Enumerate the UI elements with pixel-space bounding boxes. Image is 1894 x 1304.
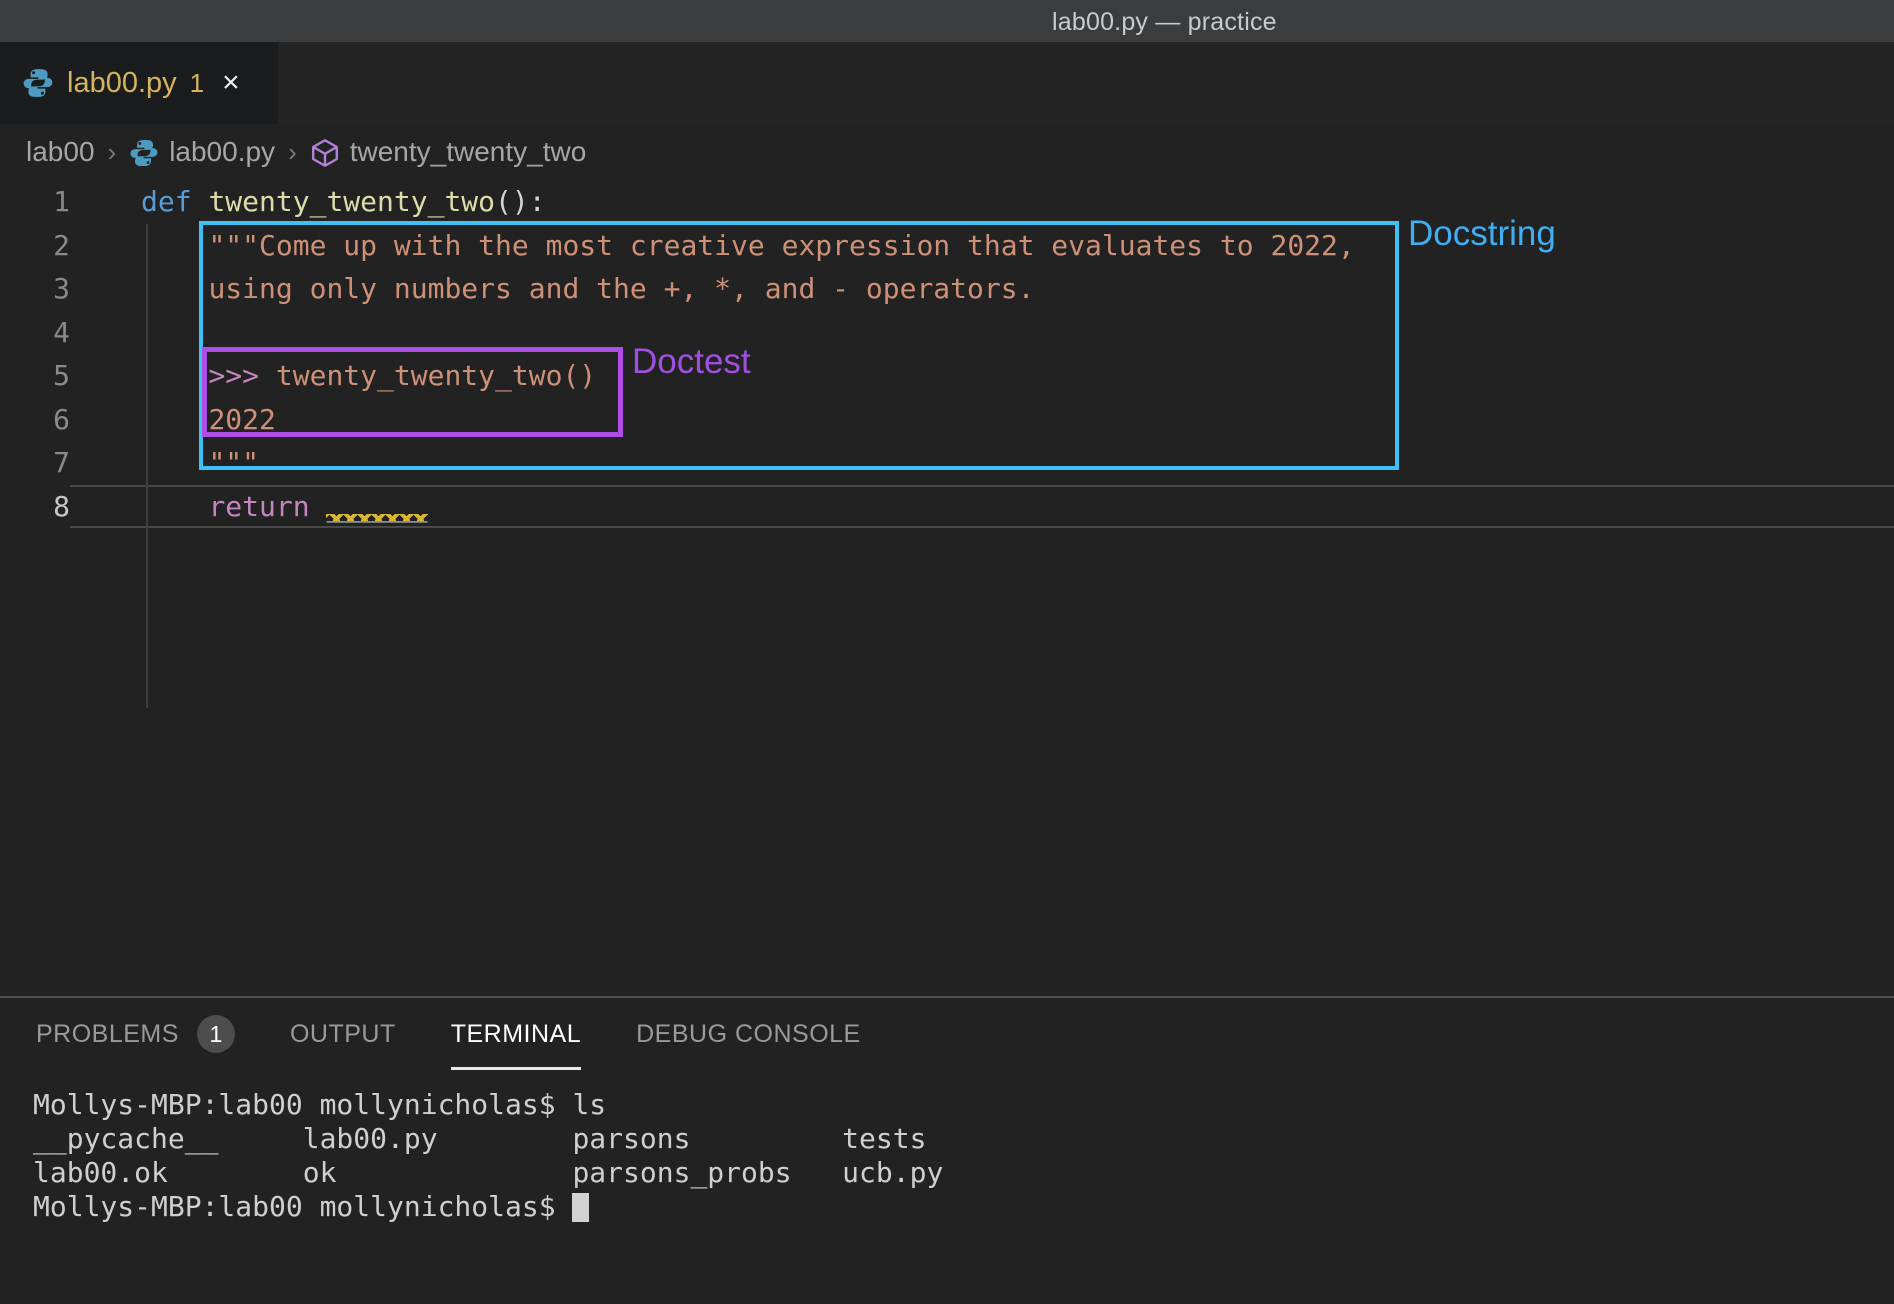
window-titlebar: lab00.py — practice [0,0,1894,42]
panel-tab-output[interactable]: OUTPUT [290,998,396,1070]
panel-tab-label: PROBLEMS [36,1020,179,1049]
problems-count-badge: 1 [197,1015,235,1053]
breadcrumb-file[interactable]: lab00.py [169,136,275,168]
tab-close-icon[interactable]: × [222,68,240,98]
breadcrumb: lab00 › lab00.py › twenty_twenty_two [0,124,1894,180]
panel-tab-label: TERMINAL [451,1020,581,1049]
code-editor[interactable]: 1def twenty_twenty_two():2 """Come up wi… [0,180,1894,997]
line-number: 2 [0,224,70,268]
line-number: 6 [0,398,70,442]
line-number: 1 [0,180,70,224]
doctest-annotation-box [202,347,623,437]
bottom-panel: PROBLEMS 1 OUTPUT TERMINAL DEBUG CONSOLE Mol… [0,998,1894,1304]
terminal-line: __pycache__ lab00.py parsons tests [33,1122,1894,1156]
indent-guide [146,224,148,708]
tab-lab00-py[interactable]: lab00.py 1 × [0,42,278,124]
editor-tab-strip: lab00.py 1 × [0,42,1894,124]
panel-tab-debug-console[interactable]: DEBUG CONSOLE [636,998,861,1070]
panel-tab-label: OUTPUT [290,1020,396,1049]
breadcrumb-folder[interactable]: lab00 [26,136,95,168]
python-icon [22,67,54,99]
panel-tab-terminal[interactable]: TERMINAL [451,998,581,1070]
panel-tab-label: DEBUG CONSOLE [636,1020,861,1049]
line-number: 7 [0,441,70,485]
line-number: 4 [0,311,70,355]
terminal-line: Mollys-MBP:lab00 mollynicholas$ ls [33,1088,1894,1122]
line-number: 5 [0,354,70,398]
chevron-right-icon: › [108,137,117,168]
chevron-right-icon: › [288,137,297,168]
panel-tab-problems[interactable]: PROBLEMS 1 [36,998,235,1070]
window-title: lab00.py — practice [1052,8,1277,37]
line-number: 3 [0,267,70,311]
terminal-cursor [572,1193,589,1222]
tab-filename: lab00.py [67,67,177,100]
terminal-output[interactable]: Mollys-MBP:lab00 mollynicholas$ ls__pyca… [0,1088,1894,1224]
symbol-method-icon [310,138,340,168]
docstring-annotation-label: Docstring [1408,214,1556,254]
code-text: def twenty_twenty_two(): [70,180,1894,224]
terminal-line: Mollys-MBP:lab00 mollynicholas$ [33,1190,1894,1224]
code-text: return ______ [70,485,1894,529]
code-line-8[interactable]: 8 return ______ [0,485,1894,529]
tab-problem-count: 1 [190,68,204,99]
doctest-annotation-label: Doctest [632,342,751,382]
python-icon [129,138,159,168]
breadcrumb-symbol[interactable]: twenty_twenty_two [350,136,587,168]
line-number: 8 [0,485,70,529]
terminal-line: lab00.ok ok parsons_probs ucb.py [33,1156,1894,1190]
code-line-1[interactable]: 1def twenty_twenty_two(): [0,180,1894,224]
panel-tab-bar: PROBLEMS 1 OUTPUT TERMINAL DEBUG CONSOLE [0,998,1894,1070]
